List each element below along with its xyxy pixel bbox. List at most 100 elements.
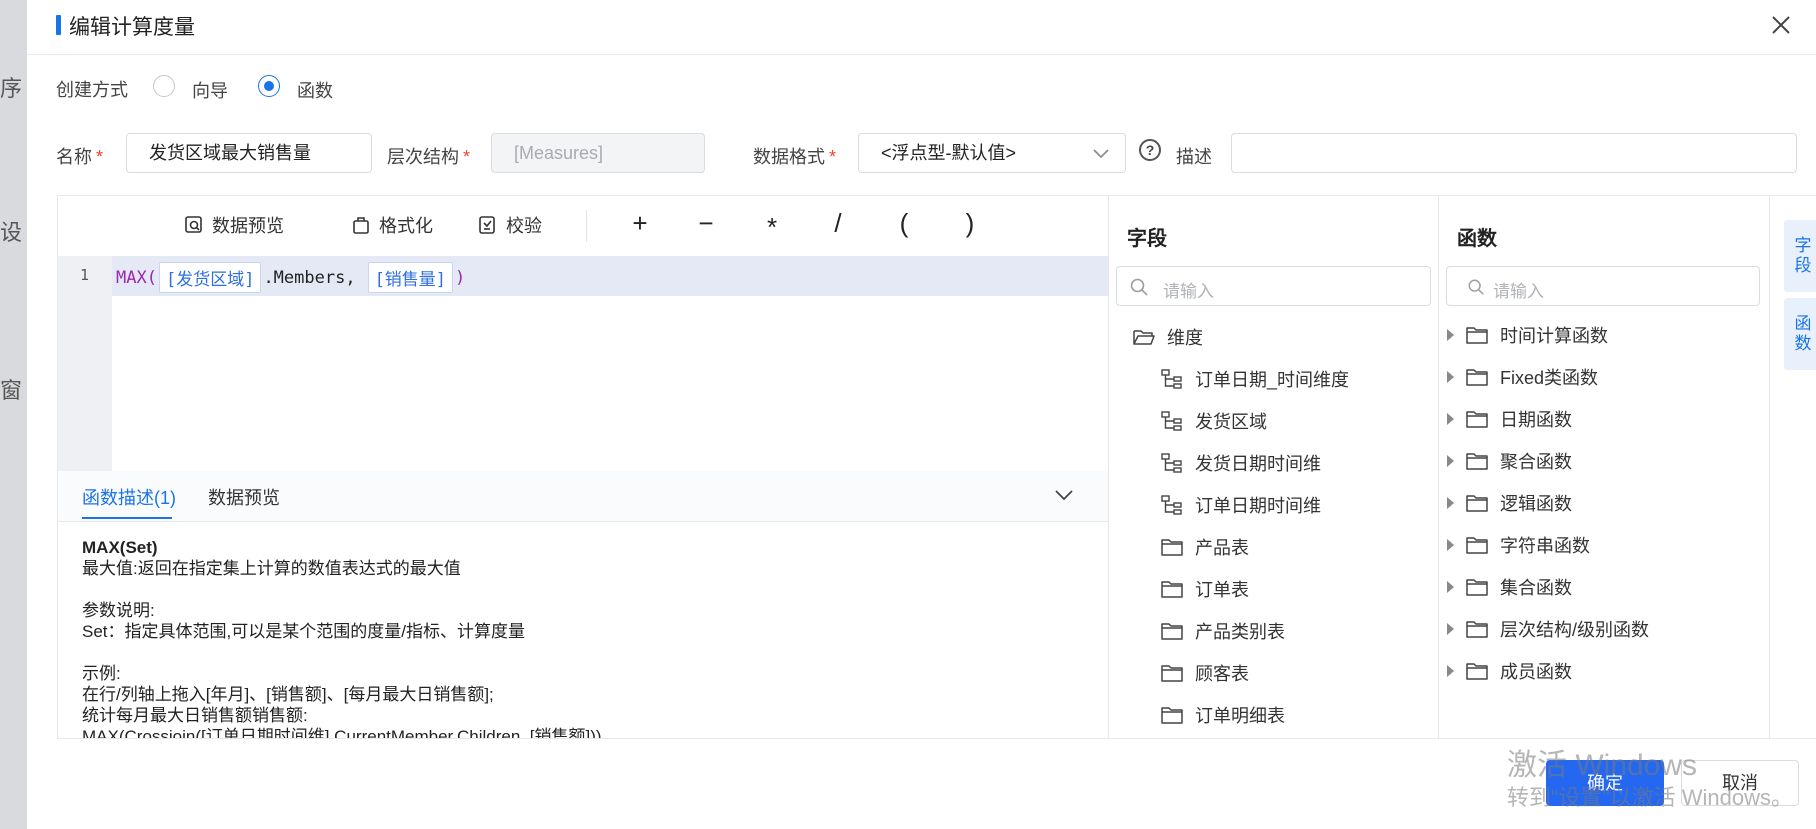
- code-token-measure[interactable]: [销售量]: [367, 262, 454, 293]
- field-item-label: 产品表: [1195, 538, 1249, 558]
- hierarchy-label: 层次结构 *: [387, 143, 470, 169]
- desc-example-title: 示例:: [82, 664, 121, 683]
- hierarchy-icon: [1161, 369, 1182, 389]
- data-format-select[interactable]: <浮点型-默认值>: [858, 133, 1126, 173]
- field-item[interactable]: 订单日期_时间维度: [1161, 366, 1349, 392]
- field-item-label: 订单明细表: [1195, 706, 1285, 726]
- function-category[interactable]: 逻辑函数: [1447, 490, 1572, 516]
- side-tab-functions[interactable]: 函数: [1784, 298, 1816, 370]
- formula-code-line[interactable]: MAX( [发货区域] .Members, [销售量] ): [116, 262, 465, 293]
- data-format-value: <浮点型-默认值>: [881, 143, 1017, 163]
- operator-close-paren-button[interactable]: ): [955, 208, 985, 239]
- tree-item-label: 维度: [1167, 328, 1203, 348]
- radio-function[interactable]: [258, 75, 280, 97]
- desc-params-text: Set：指定具体范围,可以是某个范围的度量/指标、计算度量: [82, 622, 525, 641]
- function-category[interactable]: 字符串函数: [1447, 532, 1590, 558]
- formula-panel: 数据预览 格式化 校验 + − * / () 1 MAX([发货区域] .M…: [57, 195, 1816, 739]
- field-item[interactable]: 发货日期时间维: [1161, 450, 1321, 476]
- collapse-chevron-icon[interactable]: [1054, 485, 1074, 505]
- field-item[interactable]: 订单明细表: [1161, 702, 1285, 728]
- title-accent-bar: [56, 15, 61, 35]
- expand-caret-icon[interactable]: [1447, 539, 1454, 551]
- tab-data-preview[interactable]: 数据预览: [208, 484, 280, 510]
- folder-icon: [1466, 369, 1488, 386]
- expand-caret-icon[interactable]: [1447, 329, 1454, 341]
- cancel-button[interactable]: 取消: [1681, 760, 1799, 806]
- expand-caret-icon[interactable]: [1447, 581, 1454, 593]
- field-item[interactable]: 顾客表: [1161, 660, 1249, 686]
- format-button[interactable]: 格式化: [351, 212, 433, 238]
- field-item[interactable]: 发货区域: [1161, 408, 1267, 434]
- folder-icon: [1466, 453, 1488, 470]
- functions-search-input[interactable]: 请输入: [1446, 266, 1760, 306]
- folder-icon: [1466, 411, 1488, 428]
- desc-example-line3: MAX(Crossjoin([订单日期时间维].CurrentMember.Ch…: [82, 727, 602, 738]
- function-category[interactable]: 日期函数: [1447, 406, 1572, 432]
- hierarchy-icon: [1161, 411, 1182, 431]
- side-tab-rail: 字段 函数: [1769, 196, 1816, 738]
- tree-item-dimensions[interactable]: 维度: [1133, 324, 1203, 350]
- function-category[interactable]: 时间计算函数: [1447, 322, 1608, 348]
- function-description-panel: MAX(Set) 最大值:返回在指定集上计算的数值表达式的最大值 参数说明: S…: [58, 521, 1108, 738]
- side-tab-fields[interactable]: 字段: [1784, 220, 1816, 292]
- confirm-button[interactable]: 确定: [1546, 760, 1664, 806]
- expand-caret-icon[interactable]: [1447, 497, 1454, 509]
- field-item[interactable]: 产品类别表: [1161, 618, 1285, 644]
- field-item-label: 产品类别表: [1195, 622, 1285, 642]
- hierarchy-icon: [1161, 453, 1182, 473]
- validate-button[interactable]: 校验: [478, 212, 542, 238]
- expand-caret-icon[interactable]: [1447, 455, 1454, 467]
- folder-icon: [1466, 327, 1488, 344]
- hierarchy-label-text: 层次结构: [387, 147, 459, 167]
- close-icon[interactable]: [1770, 14, 1792, 36]
- operator-divide-button[interactable]: /: [823, 208, 853, 239]
- operator-minus-button[interactable]: −: [691, 208, 721, 239]
- operator-multiply-button[interactable]: *: [757, 212, 787, 243]
- fields-search-input[interactable]: 请输入: [1116, 266, 1431, 306]
- folder-icon: [1161, 707, 1183, 724]
- code-function: MAX(: [116, 267, 157, 288]
- backdrop-glyph: 设: [0, 220, 23, 245]
- help-icon[interactable]: ?: [1139, 139, 1161, 161]
- radio-wizard-label[interactable]: 向导: [192, 77, 228, 103]
- bottom-tabs: 函数描述(1) 数据预览: [58, 471, 1108, 522]
- validate-label: 校验: [506, 216, 542, 236]
- tab-function-description[interactable]: 函数描述(1): [82, 484, 176, 510]
- functions-title: 函数: [1457, 228, 1497, 250]
- side-tab-fields-label: 字段: [1794, 236, 1812, 275]
- radio-wizard[interactable]: [153, 75, 175, 97]
- field-item-label: 订单日期时间维: [1195, 496, 1321, 516]
- expand-caret-icon[interactable]: [1447, 371, 1454, 383]
- search-icon: [1130, 278, 1148, 296]
- expand-caret-icon[interactable]: [1447, 623, 1454, 635]
- expand-caret-icon[interactable]: [1447, 665, 1454, 677]
- operator-plus-button[interactable]: +: [625, 208, 655, 239]
- function-category-label: 日期函数: [1500, 410, 1572, 430]
- desc-heading: MAX(Set): [82, 538, 158, 557]
- data-preview-button[interactable]: 数据预览: [184, 212, 284, 238]
- formula-editor-area: 数据预览 格式化 校验 + − * / () 1 MAX([发货区域] .M…: [58, 196, 1108, 471]
- function-description: MAX(Set) 最大值:返回在指定集上计算的数值表达式的最大值 参数说明: S…: [82, 537, 602, 738]
- editor-gutter: [58, 256, 112, 471]
- function-category[interactable]: 成员函数: [1447, 658, 1572, 684]
- hierarchy-icon: [1161, 495, 1182, 515]
- edit-measure-dialog: 编辑计算度量 创建方式 向导 函数 名称 * 发货区域最大销售量 层次结构 * [M…: [27, 0, 1816, 829]
- function-category[interactable]: 集合函数: [1447, 574, 1572, 600]
- active-tab-underline: [82, 517, 172, 519]
- backdrop-glyph: 序: [0, 76, 23, 101]
- function-category[interactable]: 层次结构/级别函数: [1447, 616, 1649, 642]
- operator-open-paren-button[interactable]: (: [889, 208, 919, 239]
- expand-caret-icon[interactable]: [1447, 413, 1454, 425]
- name-label: 名称 *: [56, 143, 103, 169]
- fields-column: 字段 请输入 维度 订单日期_时间维度 发货区域 发货日期时间维 订单日期时间维…: [1108, 196, 1439, 738]
- function-category[interactable]: Fixed类函数: [1447, 364, 1598, 390]
- function-category[interactable]: 聚合函数: [1447, 448, 1572, 474]
- code-token-dimension[interactable]: [发货区域]: [158, 262, 262, 293]
- field-item[interactable]: 订单表: [1161, 576, 1249, 602]
- field-item[interactable]: 订单日期时间维: [1161, 492, 1321, 518]
- data-format-label: 数据格式 *: [753, 143, 836, 169]
- radio-function-label[interactable]: 函数: [297, 77, 333, 103]
- field-item[interactable]: 产品表: [1161, 534, 1249, 560]
- description-input[interactable]: [1231, 133, 1797, 173]
- name-input[interactable]: 发货区域最大销售量: [126, 133, 372, 173]
